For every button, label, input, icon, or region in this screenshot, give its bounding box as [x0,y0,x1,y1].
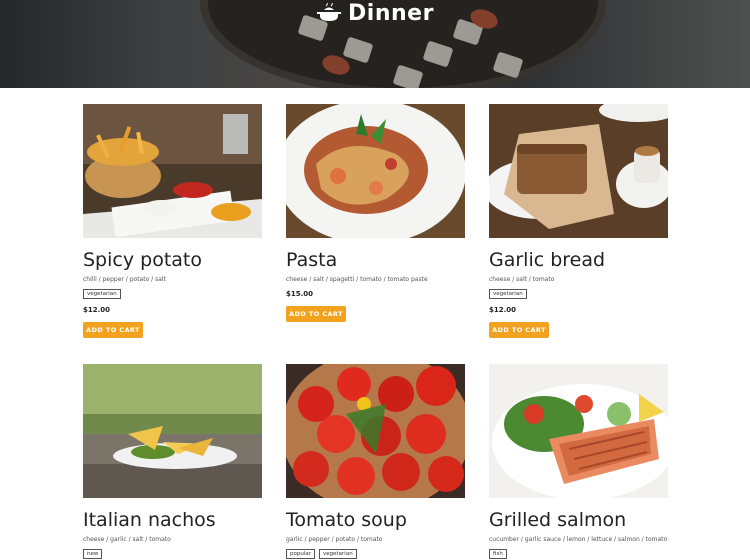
site-brand[interactable]: Dinner [0,0,750,26]
tag-badge[interactable]: vegetarian [319,549,357,559]
dish-ingredients: cheese / garlic / salt / tomato [83,536,171,543]
dish-tags: vegetarian [489,289,668,299]
tag-badge[interactable]: vegetarian [489,289,527,299]
dish-price: $15.00 [286,290,314,298]
add-to-cart-button[interactable]: ADD TO CART [83,322,143,338]
dish-name[interactable]: Tomato soup [286,509,465,531]
menu-item-card: Grilled salmon cucumber / garlic sauce /… [489,364,668,559]
menu-item-card: Pasta cheese / salt / spagetti / tomato … [286,104,465,322]
dish-name[interactable]: Grilled salmon [489,509,668,531]
tag-badge[interactable]: vegetarian [83,289,121,299]
dish-tags: fish [489,549,668,559]
menu-item-card: Italian nachos cheese / garlic / salt / … [83,364,262,559]
dish-photo[interactable] [489,364,668,498]
dish-ingredients: cheese / salt / tomato [489,276,555,283]
dish-photo[interactable] [286,104,465,238]
dish-tags: popular vegetarian [286,549,465,559]
menu-item-card: Garlic bread cheese / salt / tomato vege… [489,104,668,338]
dish-name[interactable]: Spicy potato [83,249,262,271]
dish-price: $12.00 [489,306,517,314]
dish-ingredients: cheese / salt / spagetti / tomato / toma… [286,276,428,283]
header-banner: Dinner [0,0,750,88]
dish-tags: vegetarian [83,289,262,299]
dish-name[interactable]: Pasta [286,249,465,271]
dish-ingredients: garlic / pepper / potato / tomato [286,536,383,543]
tag-badge[interactable]: fish [489,549,507,559]
dish-photo[interactable] [286,364,465,498]
dish-name[interactable]: Italian nachos [83,509,262,531]
dish-ingredients: cucumber / garlic sauce / lemon / lettuc… [489,536,668,543]
add-to-cart-button[interactable]: ADD TO CART [286,306,346,322]
dish-price: $12.00 [83,306,111,314]
cooking-pot-icon [317,3,342,21]
dish-photo[interactable] [489,104,668,238]
dish-ingredients: chilli / pepper / potato / salt [83,276,166,283]
dish-photo[interactable] [83,364,262,498]
dish-photo[interactable] [83,104,262,238]
tag-badge[interactable]: popular [286,549,315,559]
menu-item-card: Tomato soup garlic / pepper / potato / t… [286,364,465,559]
dish-tags: new [83,549,262,559]
page-title: Dinner [348,0,434,26]
menu-item-card: Spicy potato chilli / pepper / potato / … [83,104,262,338]
dish-name[interactable]: Garlic bread [489,249,668,271]
tag-badge[interactable]: new [83,549,103,559]
add-to-cart-button[interactable]: ADD TO CART [489,322,549,338]
